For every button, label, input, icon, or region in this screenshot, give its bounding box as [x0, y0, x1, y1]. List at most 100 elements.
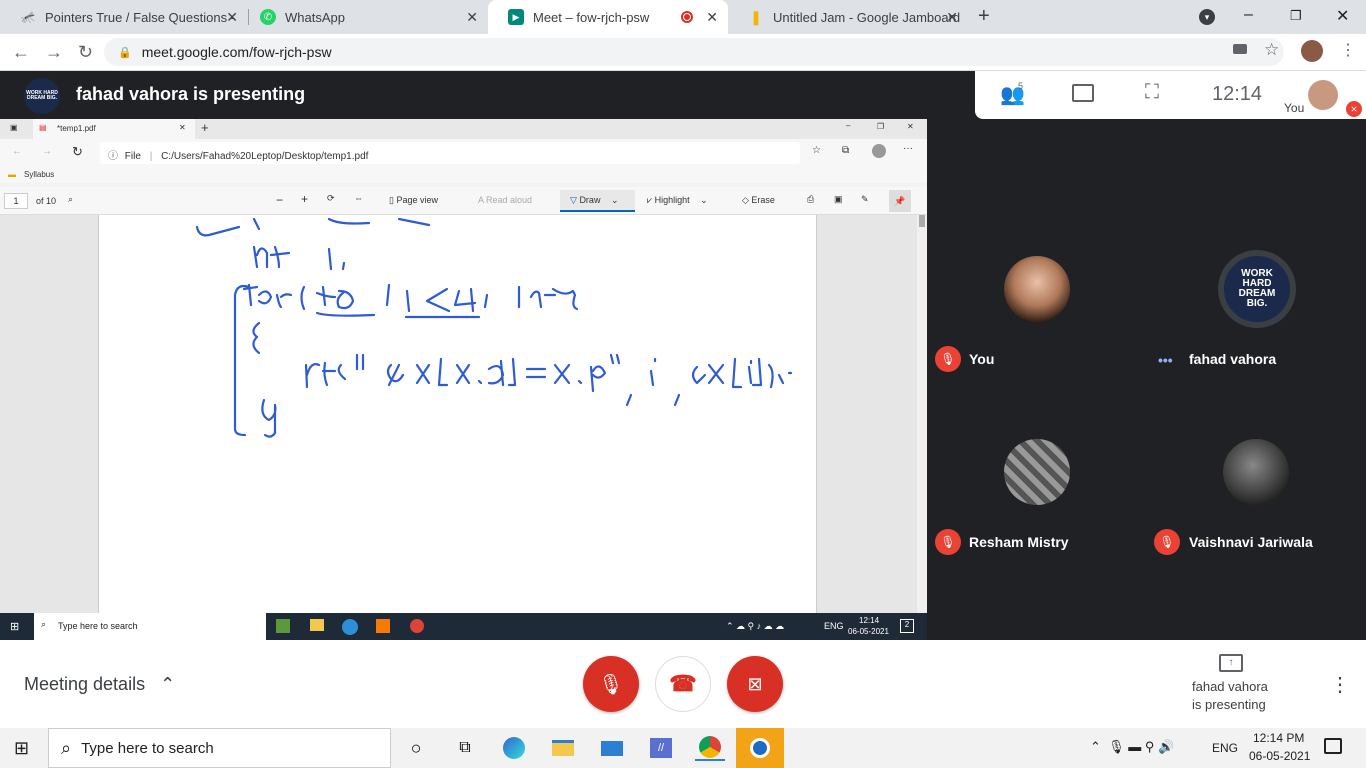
- pdf-page: [98, 215, 817, 613]
- new-tab-icon: +: [201, 120, 209, 135]
- leave-call-button[interactable]: ☎: [655, 656, 711, 712]
- chevron-up-icon: ⌃: [160, 674, 176, 694]
- present-screen-icon[interactable]: ↑: [1219, 654, 1243, 672]
- url-bar[interactable]: 🔒 meet.google.com/fow-rjch-psw: [104, 38, 1284, 66]
- tray-icons[interactable]: ⌃ 🎙 ▬ ⚲ 🔊: [1090, 739, 1174, 755]
- pin-icon: 📌: [889, 190, 911, 212]
- app-icon[interactable]: //: [646, 735, 676, 761]
- participant-tile-vaishnavi[interactable]: 🎙 Vaishnavi Jariwala: [1146, 431, 1365, 561]
- page-view-button: ▯ Page view: [389, 195, 438, 205]
- hang-up-icon: ☎: [669, 671, 697, 696]
- participant-name: fahad vahora: [1189, 351, 1277, 367]
- menu-icon[interactable]: ⋮: [1340, 40, 1356, 60]
- close-window-button[interactable]: ✕: [1336, 6, 1349, 26]
- more-options-icon[interactable]: ⋮: [1330, 672, 1350, 697]
- favorites-bar: ▬ Syllabus: [0, 167, 927, 183]
- taskbar-date[interactable]: 06-05-2021: [1249, 749, 1310, 763]
- profile-avatar[interactable]: [1301, 40, 1323, 62]
- read-aloud-button: A Read aloud: [478, 195, 533, 205]
- participant-tile-resham[interactable]: 🎙 Resham Mistry: [927, 431, 1146, 561]
- browser-tab-strip: 🦟 Pointers True / False Questions - ✕ ✆ …: [0, 0, 1366, 34]
- save-as-icon: ✎: [861, 194, 869, 204]
- bookmark-star-icon[interactable]: ☆: [1264, 40, 1279, 60]
- you-label: You: [1284, 101, 1305, 115]
- folder-icon: ▬: [8, 170, 16, 179]
- reload-icon[interactable]: ↻: [78, 42, 93, 63]
- close-icon[interactable]: ✕: [466, 9, 478, 26]
- active-app-icon[interactable]: [736, 728, 784, 768]
- lock-icon: 🔒: [118, 46, 132, 59]
- camera-icon[interactable]: [1233, 44, 1247, 54]
- tray-icons: ⌃ ☁ ⚲ ♪ ☁ ☁: [726, 621, 785, 631]
- participant-tile-you[interactable]: 🎙 You: [927, 248, 1146, 378]
- mosquito-favicon-icon: 🦟: [20, 10, 36, 24]
- app-icon: [276, 619, 290, 633]
- meet-top-panel: 👥 5 ⛶ 12:14 You ⨯: [975, 71, 1366, 119]
- tab-pointers[interactable]: 🦟 Pointers True / False Questions - ✕: [0, 0, 248, 34]
- page-number-field: 1: [4, 193, 28, 209]
- tab-search-icon[interactable]: ▾: [1199, 9, 1215, 25]
- fit-icon: ⇔: [354, 193, 363, 203]
- tab-whatsapp[interactable]: ✆ WhatsApp ✕: [240, 0, 488, 34]
- activities-icon[interactable]: ⛶: [1145, 81, 1159, 104]
- edge-tab-strip: ▣ ▤ *temp1.pdf ✕ + – ❐ ✕: [0, 119, 927, 139]
- meet-icon: ▶: [508, 9, 524, 25]
- forward-icon: →: [42, 146, 52, 157]
- notification-center-icon[interactable]: [1324, 738, 1342, 754]
- back-icon[interactable]: ←: [12, 42, 30, 63]
- file-explorer-icon[interactable]: [548, 735, 578, 761]
- shared-taskbar: ⊞ ⌕ Type here to search ⌃ ☁ ⚲ ♪ ☁ ☁ ENG …: [0, 613, 927, 640]
- new-tab-button[interactable]: +: [978, 5, 990, 28]
- chat-icon[interactable]: [1072, 84, 1094, 102]
- erase-button: ◇ Erase: [742, 195, 775, 205]
- minimize-button[interactable]: –: [1244, 6, 1253, 24]
- page-count: of 10: [36, 196, 57, 206]
- chrome-icon[interactable]: [695, 735, 725, 761]
- edge-icon: [342, 619, 358, 635]
- close-icon[interactable]: ✕: [706, 9, 718, 26]
- more-icon: ···: [903, 143, 913, 154]
- highlight-button: ⩗ Highlight ⌄: [647, 195, 708, 205]
- maximize-button[interactable]: ❐: [1290, 8, 1302, 24]
- mic-off-icon: 🎙: [935, 346, 961, 372]
- search-icon: ⌕: [61, 737, 72, 758]
- info-icon: ⓘ: [108, 151, 118, 162]
- xampp-icon: [376, 619, 390, 633]
- forward-icon[interactable]: →: [45, 42, 63, 63]
- avatar: WORK HARD DREAM BIG.: [1218, 250, 1296, 328]
- camera-off-icon: ⊠: [747, 673, 763, 694]
- mic-off-icon: 🎙: [1154, 529, 1180, 555]
- restore-icon: ❐: [877, 122, 885, 131]
- zoom-in-icon: +: [301, 192, 309, 206]
- rotate-icon: ⟳: [327, 193, 335, 203]
- shared-search: ⌕ Type here to search: [34, 613, 266, 640]
- camera-toggle-button[interactable]: ⊠: [727, 656, 783, 712]
- avatar: [1223, 439, 1289, 505]
- mail-icon[interactable]: [597, 735, 627, 761]
- meeting-details-button[interactable]: Meeting details ⌃: [24, 674, 175, 695]
- participant-tile-fahad[interactable]: WORK HARD DREAM BIG. ••• fahad vahora: [1146, 248, 1365, 378]
- self-avatar: [1308, 80, 1338, 110]
- windows-start-icon[interactable]: ⊞: [14, 738, 29, 759]
- print-icon: ⎙: [807, 194, 815, 204]
- people-count: 5: [1018, 81, 1024, 91]
- mic-toggle-button[interactable]: 🎙: [583, 656, 639, 712]
- favorite-syllabus: Syllabus: [24, 170, 55, 179]
- taskbar-time[interactable]: 12:14 PM: [1253, 731, 1304, 745]
- minimize-icon: –: [846, 121, 851, 130]
- taskbar-lang[interactable]: ENG: [1212, 741, 1238, 755]
- tab-jamboard[interactable]: ❚ Untitled Jam - Google Jamboard ✕: [728, 0, 968, 34]
- clock-time: 12:14: [1212, 83, 1263, 105]
- close-icon[interactable]: ✕: [946, 9, 958, 26]
- profile-icon: [872, 144, 886, 158]
- chrome-icon: [410, 619, 424, 633]
- taskbar-search[interactable]: ⌕ Type here to search: [48, 728, 391, 768]
- collections-icon: ⧉: [842, 145, 850, 156]
- handwritten-code: [195, 217, 793, 438]
- task-view-icon[interactable]: ⧉: [450, 735, 480, 761]
- tab-meet[interactable]: ▶ Meet – fow-rjch-psw ✕: [488, 0, 728, 34]
- cortana-icon[interactable]: ○: [401, 735, 431, 761]
- close-icon[interactable]: ✕: [226, 9, 238, 26]
- edge-icon[interactable]: [499, 735, 529, 761]
- reload-icon: ↻: [72, 144, 83, 159]
